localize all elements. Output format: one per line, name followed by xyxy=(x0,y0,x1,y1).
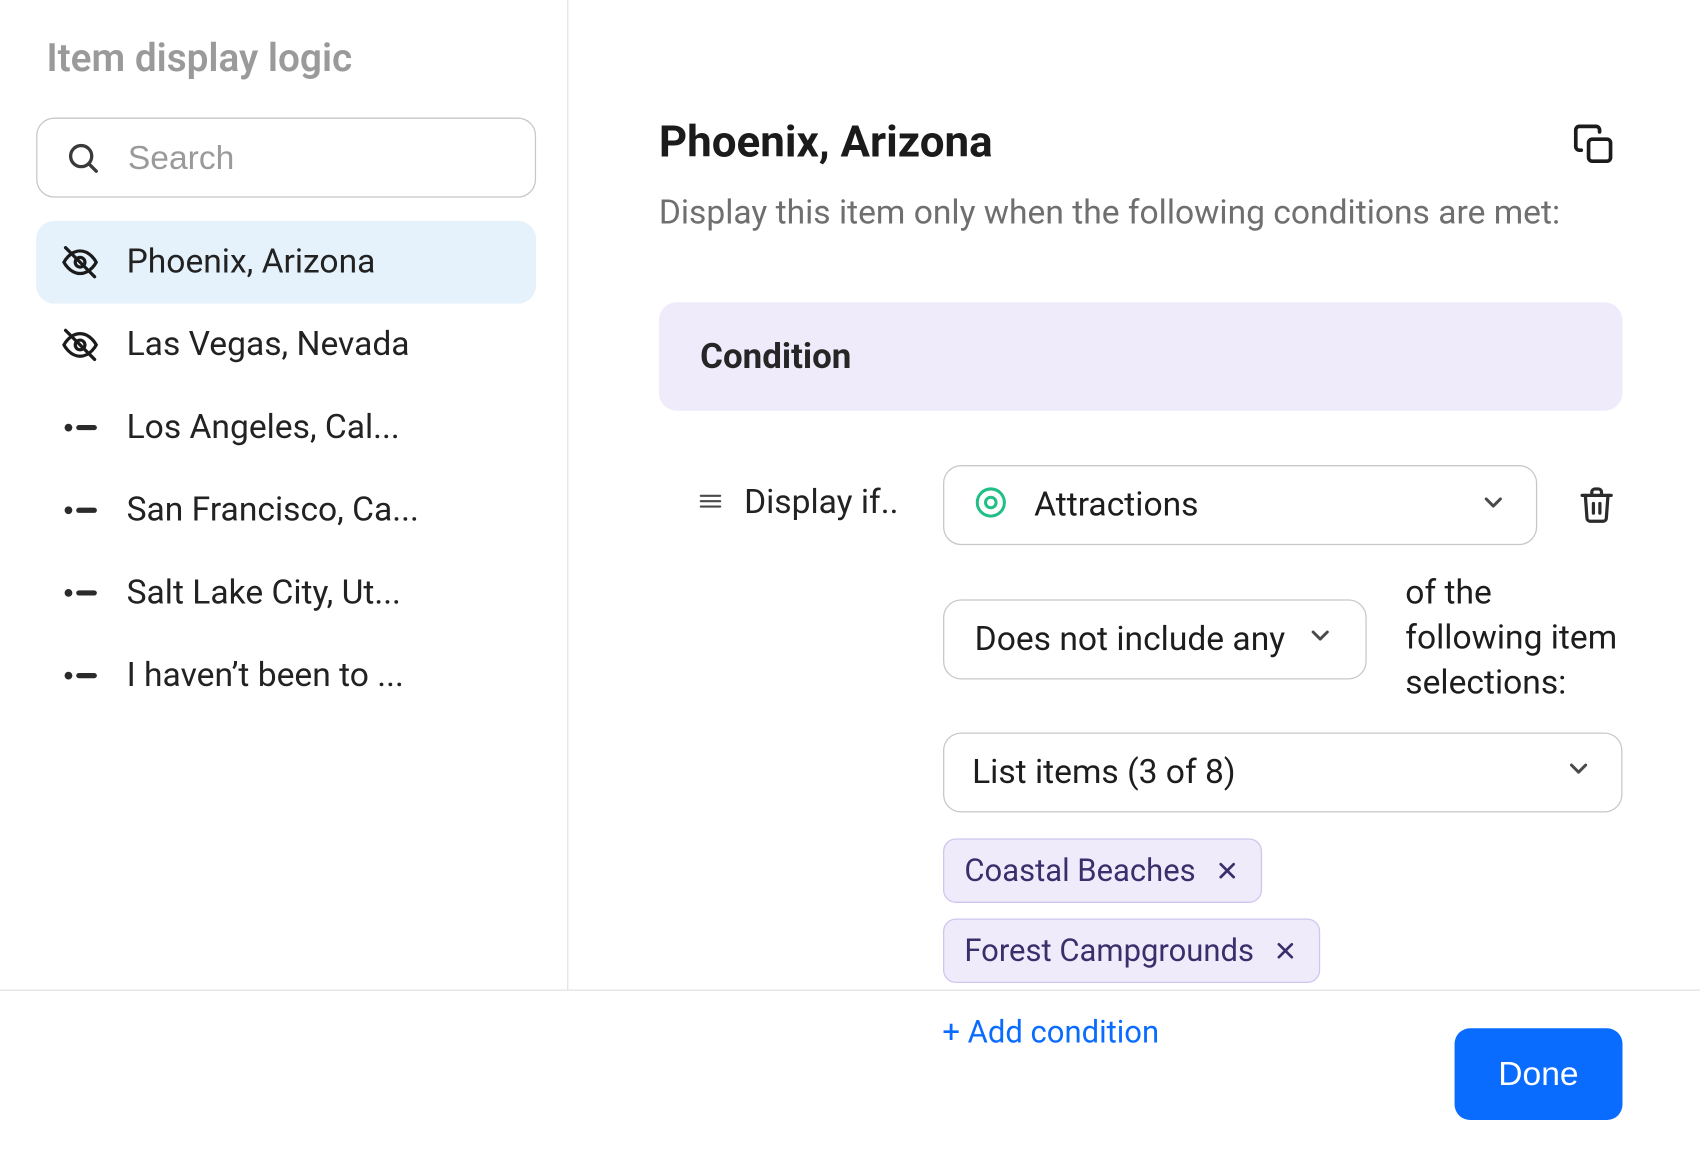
radio-icon xyxy=(972,484,1008,525)
sidebar-item-lasvegas[interactable]: Las Vegas, Nevada xyxy=(36,304,536,387)
chips-row: Coastal Beaches Forest Campgrounds xyxy=(942,839,1622,984)
bullet-icon xyxy=(57,672,104,680)
copy-button[interactable] xyxy=(1566,116,1623,173)
page-subtitle: Display this item only when the followin… xyxy=(659,194,1623,233)
bullet-icon xyxy=(57,589,104,597)
search-icon xyxy=(65,140,101,176)
condition-header: Condition xyxy=(659,302,1623,411)
chevron-down-icon xyxy=(1564,753,1592,792)
sidebar-item-slc[interactable]: Salt Lake City, Ut... xyxy=(36,552,536,635)
chip-coastal-beaches: Coastal Beaches xyxy=(942,839,1261,904)
sidebar-list: Phoenix, Arizona Las Vegas, Nevada Los A… xyxy=(36,221,536,717)
content: Phoenix, Arizona Display this item only … xyxy=(568,0,1700,990)
sidebar-item-label: San Francisco, Ca... xyxy=(127,491,419,530)
field-select[interactable]: Attractions xyxy=(942,465,1537,545)
trailing-text: of the following item selections: xyxy=(1405,571,1622,707)
bullet-icon xyxy=(57,506,104,514)
sidebar-item-label: Salt Lake City, Ut... xyxy=(127,574,401,613)
chip-label: Coastal Beaches xyxy=(964,853,1195,889)
operator-label: Does not include any xyxy=(975,620,1285,659)
drag-handle-icon[interactable] xyxy=(698,465,745,519)
sidebar-item-sf[interactable]: San Francisco, Ca... xyxy=(36,469,536,552)
chip-remove-button[interactable] xyxy=(1272,938,1298,964)
field-label: Attractions xyxy=(1034,486,1453,525)
hidden-icon xyxy=(57,243,104,282)
bullet-icon xyxy=(57,424,104,432)
chevron-down-icon xyxy=(1479,488,1507,522)
search-wrap xyxy=(36,118,536,198)
chip-forest-campgrounds: Forest Campgrounds xyxy=(942,919,1319,984)
hidden-icon xyxy=(57,326,104,365)
items-select[interactable]: List items (3 of 8) xyxy=(942,733,1622,813)
add-condition-button[interactable]: + Add condition xyxy=(942,1014,1159,1050)
sidebar-title: Item display logic xyxy=(36,36,536,81)
sidebar-item-label: Los Angeles, Cal... xyxy=(127,408,400,447)
display-if-label: Display if.. xyxy=(744,465,898,522)
sidebar-item-label: Phoenix, Arizona xyxy=(127,243,376,282)
sidebar-item-phoenix[interactable]: Phoenix, Arizona xyxy=(36,221,536,304)
search-input[interactable] xyxy=(36,118,536,198)
sidebar: Item display logic Phoenix, Arizona xyxy=(0,0,568,990)
operator-select[interactable]: Does not include any xyxy=(942,599,1366,679)
chip-label: Forest Campgrounds xyxy=(964,933,1254,969)
chevron-down-icon xyxy=(1306,620,1334,659)
sidebar-item-label: Las Vegas, Nevada xyxy=(127,326,410,365)
sidebar-item-label: I haven’t been to ... xyxy=(127,656,404,695)
delete-condition-button[interactable] xyxy=(1571,479,1623,531)
page-title: Phoenix, Arizona xyxy=(659,116,993,168)
chip-remove-button[interactable] xyxy=(1214,858,1240,884)
sidebar-item-none[interactable]: I haven’t been to ... xyxy=(36,634,536,717)
sidebar-item-la[interactable]: Los Angeles, Cal... xyxy=(36,386,536,469)
items-summary: List items (3 of 8) xyxy=(972,753,1235,792)
